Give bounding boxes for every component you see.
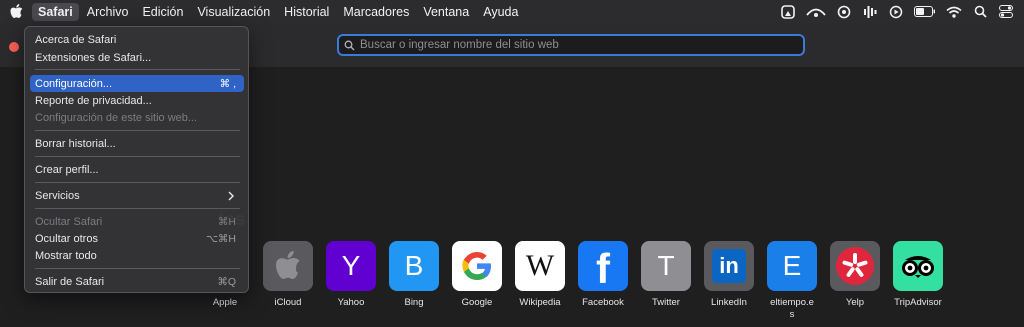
favorite-linkedin[interactable]: in LinkedIn bbox=[701, 241, 757, 309]
menu-separator bbox=[35, 208, 240, 209]
battery-icon[interactable] bbox=[914, 4, 936, 20]
network-icon[interactable] bbox=[806, 4, 826, 20]
status-area bbox=[780, 0, 1024, 23]
favorite-bing[interactable]: B Bing bbox=[386, 241, 442, 309]
favorite-facebook[interactable]: f Facebook bbox=[575, 241, 631, 309]
menu-item-hide-safari: Ocultar Safari ⌘H bbox=[30, 213, 244, 230]
menu-item-label: Crear perfil... bbox=[35, 163, 99, 176]
menu-item-label: Configuración de este sitio web... bbox=[35, 111, 198, 124]
favorite-yelp[interactable]: Yelp bbox=[827, 241, 883, 309]
favorite-wikipedia[interactable]: W Wikipedia bbox=[512, 241, 568, 309]
menu-separator bbox=[35, 130, 240, 131]
favorite-label: TripAdvisor bbox=[894, 297, 942, 308]
menu-item-clear-history[interactable]: Borrar historial... bbox=[30, 135, 244, 152]
spotlight-icon[interactable] bbox=[972, 4, 988, 20]
safari-menu: Acerca de Safari Extensiones de Safari..… bbox=[24, 26, 249, 293]
favorite-google[interactable]: Google bbox=[449, 241, 505, 309]
menu-item-about-safari[interactable]: Acerca de Safari bbox=[30, 31, 244, 48]
menu-edicion[interactable]: Edición bbox=[136, 3, 189, 21]
favorite-label: Wikipedia bbox=[519, 297, 561, 308]
menu-archivo[interactable]: Archivo bbox=[81, 3, 135, 21]
favorite-label: eltiempo.es bbox=[770, 297, 814, 320]
close-window-button[interactable] bbox=[9, 42, 19, 52]
favorite-label: iCloud bbox=[274, 297, 302, 308]
menu-separator bbox=[35, 182, 240, 183]
menu-item-label: Acerca de Safari bbox=[35, 33, 117, 46]
menu-item-label: Extensiones de Safari... bbox=[35, 51, 152, 64]
favorite-label: Yahoo bbox=[337, 297, 365, 308]
favorite-icloud[interactable]: iCloud bbox=[260, 241, 316, 309]
menu-item-label: Reporte de privacidad... bbox=[35, 94, 152, 107]
facebook-icon: f bbox=[578, 241, 628, 291]
search-input[interactable] bbox=[358, 39, 790, 51]
favorite-tripadvisor[interactable]: TripAdvisor bbox=[890, 241, 946, 309]
menu-ayuda[interactable]: Ayuda bbox=[477, 3, 524, 21]
favorite-label: Facebook bbox=[582, 297, 624, 308]
menu-bar: Safari Archivo Edición Visualización His… bbox=[0, 0, 1024, 23]
menu-shortcut: ⌘H bbox=[217, 215, 236, 228]
favorite-twitter[interactable]: T Twitter bbox=[638, 241, 694, 309]
menu-shortcut: ⌘ , bbox=[219, 77, 236, 90]
bing-icon: B bbox=[389, 241, 439, 291]
apple-menu-icon[interactable] bbox=[8, 4, 24, 20]
menu-item-create-profile[interactable]: Crear perfil... bbox=[30, 161, 244, 178]
favorite-label: LinkedIn bbox=[711, 297, 747, 308]
menu-item-services[interactable]: Servicios bbox=[30, 187, 244, 204]
play-icon[interactable] bbox=[888, 4, 904, 20]
control-center-icon[interactable] bbox=[998, 4, 1014, 20]
favorite-label: Bing bbox=[404, 297, 424, 308]
yahoo-icon: Y bbox=[326, 241, 376, 291]
menu-item-safari-extensions[interactable]: Extensiones de Safari... bbox=[30, 49, 244, 66]
menu-item-label: Configuración... bbox=[35, 77, 113, 90]
wifi-icon[interactable] bbox=[946, 4, 962, 20]
menu-marcadores[interactable]: Marcadores bbox=[337, 3, 415, 21]
favorite-label: Twitter bbox=[652, 297, 680, 308]
menu-shortcut: ⌘Q bbox=[217, 275, 236, 288]
menu-separator bbox=[35, 268, 240, 269]
focus-icon[interactable] bbox=[836, 4, 852, 20]
favorite-eltiempo[interactable]: E eltiempo.es bbox=[764, 241, 820, 321]
twitter-icon: T bbox=[641, 241, 691, 291]
airplay-icon[interactable] bbox=[780, 4, 796, 20]
address-bar[interactable] bbox=[337, 34, 805, 56]
tripadvisor-icon bbox=[893, 241, 943, 291]
menu-item-settings[interactable]: Configuración... ⌘ , bbox=[30, 75, 244, 92]
google-icon bbox=[452, 241, 502, 291]
menu-visualizacion[interactable]: Visualización bbox=[191, 3, 276, 21]
menu-item-label: Ocultar otros bbox=[35, 232, 98, 245]
favorite-label: Yelp bbox=[845, 297, 865, 308]
wikipedia-icon: W bbox=[515, 241, 565, 291]
favorite-label: Google bbox=[461, 297, 493, 308]
menu-item-show-all[interactable]: Mostrar todo bbox=[30, 247, 244, 264]
menu-item-hide-others[interactable]: Ocultar otros ⌥⌘H bbox=[30, 230, 244, 247]
menu-shortcut: ⌥⌘H bbox=[205, 232, 236, 245]
menu-item-label: Ocultar Safari bbox=[35, 215, 103, 228]
chevron-right-icon bbox=[228, 191, 236, 201]
menu-item-label: Borrar historial... bbox=[35, 137, 116, 150]
favorite-label: Apple bbox=[212, 297, 238, 308]
yelp-icon bbox=[830, 241, 880, 291]
menu-ventana[interactable]: Ventana bbox=[417, 3, 475, 21]
favorite-yahoo[interactable]: Y Yahoo bbox=[323, 241, 379, 309]
menu-item-quit-safari[interactable]: Salir de Safari ⌘Q bbox=[30, 273, 244, 290]
icloud-icon bbox=[263, 241, 313, 291]
audio-icon[interactable] bbox=[862, 4, 878, 20]
menu-item-privacy-report[interactable]: Reporte de privacidad... bbox=[30, 92, 244, 109]
menu-item-site-settings: Configuración de este sitio web... bbox=[30, 109, 244, 126]
eltiempo-icon: E bbox=[767, 241, 817, 291]
menu-item-label: Servicios bbox=[35, 189, 80, 202]
menu-item-label: Mostrar todo bbox=[35, 249, 97, 262]
menu-safari[interactable]: Safari bbox=[32, 2, 79, 21]
linkedin-icon: in bbox=[704, 241, 754, 291]
menu-item-label: Salir de Safari bbox=[35, 275, 105, 288]
menu-separator bbox=[35, 156, 240, 157]
menu-historial[interactable]: Historial bbox=[278, 3, 335, 21]
menu-separator bbox=[35, 69, 240, 70]
search-icon bbox=[344, 39, 356, 51]
